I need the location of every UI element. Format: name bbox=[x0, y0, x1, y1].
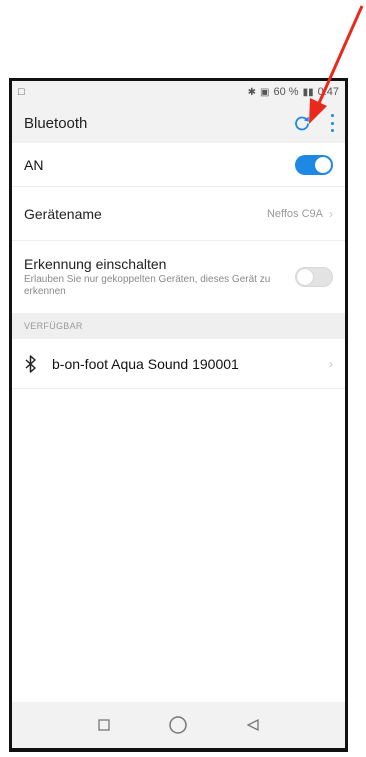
chevron-right-icon: › bbox=[329, 356, 333, 371]
bluetooth-status-icon: ✱ bbox=[247, 86, 257, 98]
available-section-header: VERFÜGBAR bbox=[12, 313, 345, 339]
status-bar: □ ✱ ▣ 60 % ▮▮ 0:47 bbox=[12, 81, 345, 103]
notification-icon: □ bbox=[18, 86, 25, 98]
device-list-item[interactable]: b-on-foot Aqua Sound 190001 › bbox=[12, 339, 345, 389]
discovery-description: Erlauben Sie nur gekoppelten Geräten, di… bbox=[24, 274, 271, 297]
refresh-icon[interactable] bbox=[293, 114, 311, 132]
square-icon[interactable] bbox=[97, 719, 110, 731]
device-name-row[interactable]: Gerätename Neffos C9A › bbox=[12, 187, 345, 241]
more-vert-icon[interactable] bbox=[329, 114, 335, 132]
app-bar: Bluetooth bbox=[12, 103, 345, 143]
battery-icon: ▮▮ bbox=[302, 86, 314, 98]
bluetooth-toggle[interactable] bbox=[295, 154, 333, 175]
discovery-label: Erkennung einschalten bbox=[24, 256, 167, 272]
clock: 0:47 bbox=[317, 86, 339, 98]
device-name-label: Gerätename bbox=[24, 205, 102, 222]
on-label: AN bbox=[24, 156, 44, 173]
triangle-back-icon[interactable] bbox=[246, 718, 260, 732]
chevron-right-icon: › bbox=[329, 206, 333, 221]
sim-icon: ▣ bbox=[260, 86, 270, 98]
discovery-row[interactable]: Erkennung einschalten Erlauben Sie nur g… bbox=[12, 241, 345, 313]
circle-icon[interactable] bbox=[168, 715, 188, 735]
phone-screen: □ ✱ ▣ 60 % ▮▮ 0:47 Bluetooth AN Gerätena… bbox=[9, 78, 348, 752]
battery-percent: 60 % bbox=[273, 86, 299, 98]
navigation-bar bbox=[12, 702, 345, 748]
discovery-toggle[interactable] bbox=[295, 267, 333, 287]
bluetooth-on-row[interactable]: AN bbox=[12, 143, 345, 187]
page-title: Bluetooth bbox=[24, 114, 88, 132]
device-name-value: Neffos C9A bbox=[266, 207, 323, 220]
bluetooth-icon bbox=[24, 354, 38, 373]
device-name: b-on-foot Aqua Sound 190001 bbox=[52, 355, 239, 372]
